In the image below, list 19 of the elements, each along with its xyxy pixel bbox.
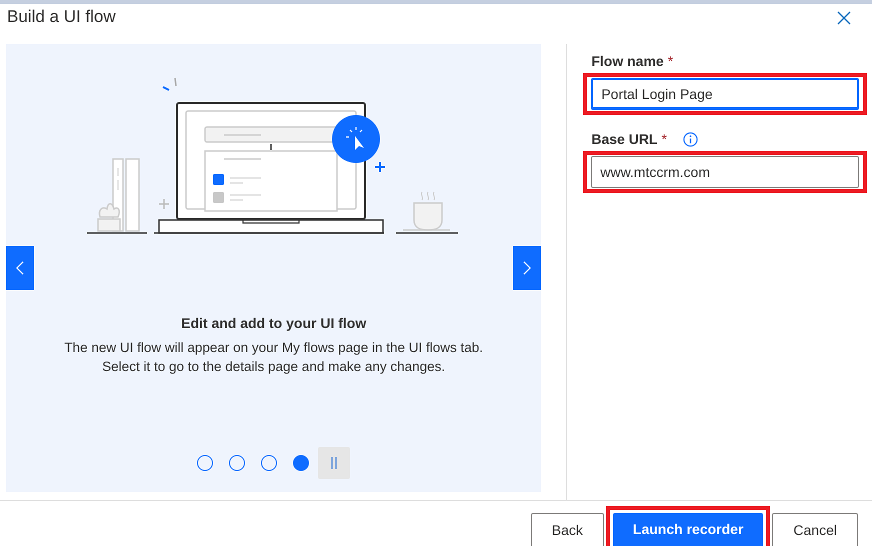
field-label: Flow name	[591, 52, 664, 70]
required-mark: *	[661, 130, 667, 148]
chevron-right-icon	[523, 261, 532, 275]
close-icon[interactable]	[837, 11, 851, 25]
text-field[interactable]: Portal Login Page	[591, 78, 860, 110]
info-icon[interactable]	[682, 132, 698, 146]
required-mark: *	[668, 52, 674, 70]
field-label: Base URL	[591, 130, 658, 148]
dialog-button[interactable]: Launch recorder	[612, 513, 764, 546]
pause-icon	[331, 457, 338, 469]
text-field[interactable]: www.mtccrm.com	[591, 156, 860, 188]
dialog-title: Build a UI flow	[7, 8, 116, 24]
dialog-button[interactable]: Cancel	[772, 513, 858, 546]
chevron-left-icon	[16, 261, 24, 275]
slide-description: The new UI flow will appear on your My flows page in the UI flows tab. Select it to go to the details page and make any changes.	[64, 339, 484, 376]
next-button[interactable]	[513, 246, 542, 290]
slide-heading: Edit and add to your UI flow	[181, 314, 366, 333]
pause-button[interactable]	[318, 447, 350, 479]
dialog-button[interactable]: Back	[530, 513, 604, 546]
